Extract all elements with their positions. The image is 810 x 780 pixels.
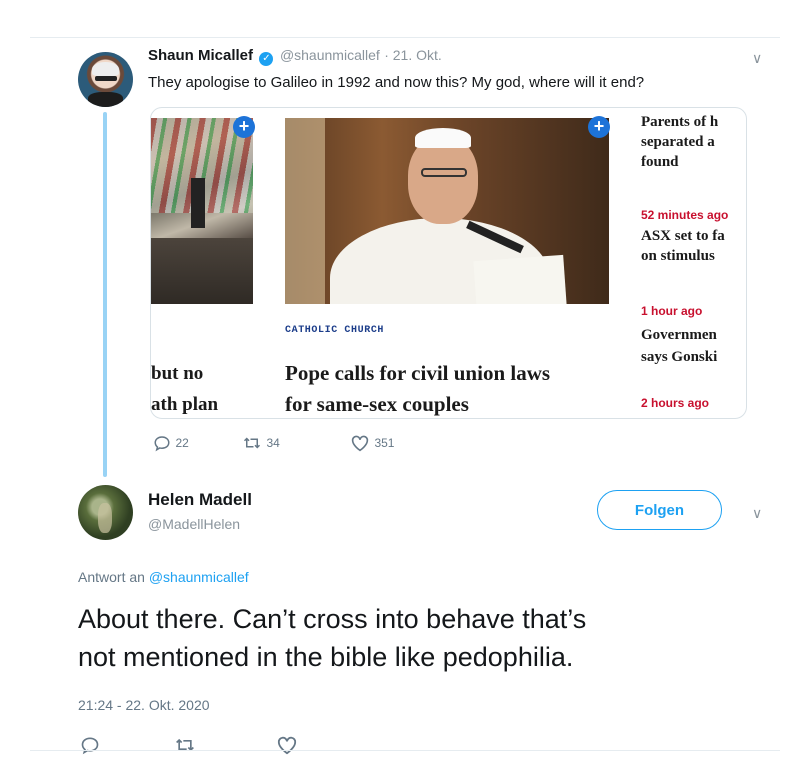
- tweet1-more-chevron-icon[interactable]: ∨: [752, 50, 762, 67]
- add-plus-icon-left[interactable]: +: [233, 116, 255, 138]
- retweet-action[interactable]: 34: [242, 434, 280, 452]
- pope-image[interactable]: [285, 118, 609, 304]
- heart-icon: [351, 435, 369, 452]
- right-story-1-line1: Parents of h: [641, 114, 719, 130]
- right-story-3-line1: Governmen: [641, 327, 717, 343]
- tweet2-retweet-icon[interactable]: [174, 735, 196, 755]
- tweet1-author-name[interactable]: Shaun Micallef: [148, 47, 253, 64]
- right-story-2-line1: ASX set to fa: [641, 228, 725, 244]
- tweet1-handle[interactable]: @shaunmicallef: [280, 47, 380, 63]
- main-story-headline[interactable]: Pope calls for civil union laws for same…: [285, 358, 551, 418]
- like-action[interactable]: 351: [350, 434, 394, 452]
- reply-to-line: Antwort an @shaunmicallef: [78, 569, 249, 585]
- left-headline-line1: but no: [151, 363, 204, 384]
- thread-connector-line: [103, 112, 107, 477]
- tweet2-timestamp[interactable]: 21:24 - 22. Okt. 2020: [78, 697, 210, 713]
- main-headline-line1: Pope calls for civil union laws: [285, 361, 551, 385]
- reply-icon: [154, 436, 170, 452]
- tweet1-header: Shaun Micallef ✓ @shaunmicallef · 21. Ok…: [148, 47, 442, 66]
- retweet-count: 34: [266, 436, 280, 451]
- top-divider: [30, 37, 780, 38]
- news-card[interactable]: + + but no ath plan CATHOLIC CHURCH Pope…: [150, 107, 747, 419]
- reply-count: 22: [175, 436, 189, 451]
- retweet-icon: [243, 437, 261, 449]
- graffiti-image[interactable]: [151, 118, 253, 304]
- helen-avatar[interactable]: [78, 485, 133, 540]
- section-label[interactable]: CATHOLIC CHURCH: [285, 325, 384, 336]
- left-story-headline[interactable]: but no ath plan: [151, 358, 219, 418]
- add-plus-icon-middle[interactable]: +: [588, 116, 610, 138]
- right-story-1-time: 52 minutes ago: [641, 208, 729, 222]
- right-story-2-time: 1 hour ago: [641, 304, 703, 318]
- reply-action[interactable]: 22: [153, 434, 189, 452]
- tweet1-text: They apologise to Galileo in 1992 and no…: [148, 74, 645, 91]
- right-story-1[interactable]: Parents of h separated a found: [641, 112, 746, 172]
- right-story-3[interactable]: Governmen says Gonski: [641, 324, 746, 368]
- reply-to-prefix: Antwort an: [78, 569, 145, 585]
- tweet2-reply-icon[interactable]: [80, 735, 100, 755]
- right-story-1-line3: found: [641, 154, 679, 170]
- tweet2-more-chevron-icon[interactable]: ∨: [752, 505, 762, 522]
- bottom-divider: [30, 750, 780, 751]
- tweet2-text-line2: not mentioned in the bible like pedophil…: [78, 642, 574, 672]
- shaun-avatar[interactable]: [78, 52, 133, 107]
- reply-to-handle-link[interactable]: @shaunmicallef: [149, 569, 249, 585]
- tweet2-author-name[interactable]: Helen Madell: [148, 490, 252, 510]
- main-headline-line2: for same-sex couples: [285, 392, 469, 416]
- tweet1-date[interactable]: · 21. Okt.: [384, 47, 442, 63]
- right-story-1-line2: separated a: [641, 134, 715, 150]
- tweet2-heart-icon[interactable]: [276, 735, 298, 755]
- tweet2-text: About there. Can’t cross into behave tha…: [78, 600, 586, 676]
- verified-badge-icon: ✓: [259, 52, 274, 66]
- right-story-3-time: 2 hours ago: [641, 396, 710, 410]
- follow-button[interactable]: Folgen: [597, 490, 722, 530]
- right-story-2[interactable]: ASX set to fa on stimulus: [641, 226, 746, 266]
- left-headline-line2: ath plan: [151, 394, 219, 415]
- right-story-2-line2: on stimulus: [641, 248, 715, 264]
- like-count: 351: [374, 436, 395, 451]
- tweet2-handle[interactable]: @MadellHelen: [148, 516, 240, 532]
- tweet2-text-line1: About there. Can’t cross into behave tha…: [78, 604, 587, 634]
- right-story-3-line2: says Gonski: [641, 349, 718, 365]
